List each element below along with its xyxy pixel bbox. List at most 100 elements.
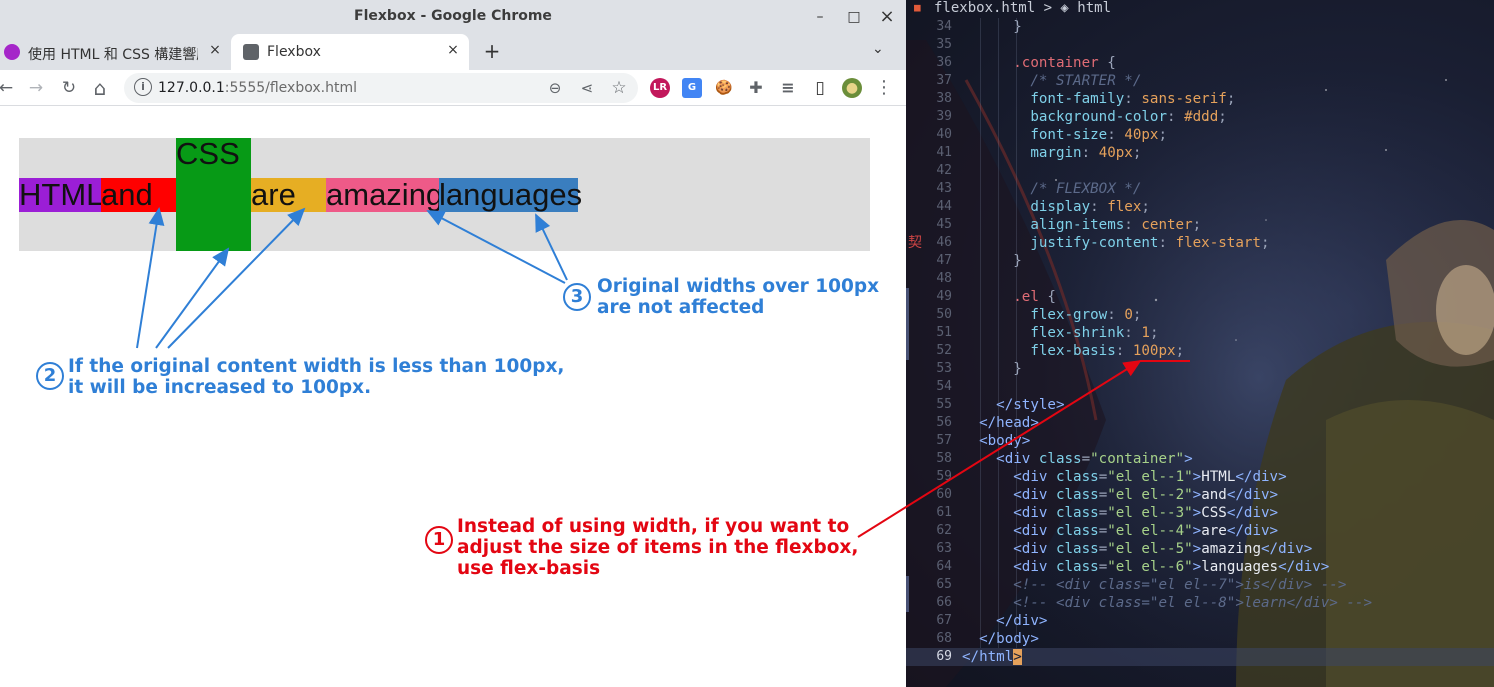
tab-flexbox[interactable]: Flexbox × <box>231 34 469 70</box>
code-line[interactable]: 47 } <box>906 252 1494 270</box>
code-line[interactable]: 42 <box>906 162 1494 180</box>
line-number: 65 <box>936 577 952 592</box>
code-line[interactable]: 57 <body> <box>906 432 1494 450</box>
note-3-line-1: Original widths over 100px <box>597 276 880 297</box>
code-line[interactable]: 50 flex-grow: 0; <box>906 306 1494 324</box>
code-line[interactable]: 44 display: flex; <box>906 198 1494 216</box>
code-line[interactable]: 46 justify-content: flex-start; <box>906 234 1494 252</box>
code-line[interactable]: 64 <div class="el el--6">languages</div> <box>906 558 1494 576</box>
line-number: 47 <box>936 253 952 268</box>
media-queue-icon[interactable]: ≡ <box>778 78 798 98</box>
code-line[interactable]: 68 </body> <box>906 630 1494 648</box>
code-line[interactable]: 63 <div class="el el--5">amazing</div> <box>906 540 1494 558</box>
html5-file-icon: ■ <box>914 1 921 14</box>
note-1-line-1: Instead of using width, if you want to <box>457 516 850 537</box>
code-line[interactable]: 54 <box>906 378 1494 396</box>
extensions-puzzle-icon[interactable]: ✚ <box>746 78 766 98</box>
lr-extension-icon[interactable]: LR <box>650 78 670 98</box>
code-line[interactable]: 59 <div class="el el--1">HTML</div> <box>906 468 1494 486</box>
chrome-menu-icon[interactable]: ⋮ <box>872 76 896 100</box>
code-line[interactable]: 34 } <box>906 18 1494 36</box>
code-line[interactable]: 49 .el { <box>906 288 1494 306</box>
code-line[interactable]: 38 font-family: sans-serif; <box>906 90 1494 108</box>
code-text: <div class="el el--5">amazing</div> <box>962 541 1313 557</box>
line-number: 38 <box>936 91 952 106</box>
side-panel-icon[interactable]: ▯ <box>810 78 830 98</box>
code-text: <div class="el el--3">CSS</div> <box>962 505 1279 521</box>
tab-close-icon[interactable]: × <box>205 42 225 58</box>
code-line[interactable]: 48 <box>906 270 1494 288</box>
back-icon[interactable]: ← <box>0 76 18 100</box>
code-line[interactable]: 65 <!-- <div class="el el--7">is</div> -… <box>906 576 1494 594</box>
code-text: flex-shrink: 1; <box>962 325 1159 341</box>
note-2-line-2: it will be increased to 100px. <box>68 377 372 398</box>
maximize-button[interactable]: □ <box>842 6 866 28</box>
code-text: font-size: 40px; <box>962 127 1168 143</box>
share-icon[interactable]: ⋖ <box>576 77 598 99</box>
zoom-icon[interactable]: ⊖ <box>544 77 566 99</box>
cookie-extension-icon[interactable]: 🍪 <box>714 78 734 98</box>
code-line[interactable]: 69 </html> <box>906 648 1494 666</box>
code-line[interactable]: 45 align-items: center; <box>906 216 1494 234</box>
flex-container: HTML and CSS are amazing languages <box>19 138 870 251</box>
line-number: 51 <box>936 325 952 340</box>
translate-extension-icon[interactable]: G <box>682 78 702 98</box>
line-number: 57 <box>936 433 952 448</box>
code-line[interactable]: 53 } <box>906 360 1494 378</box>
code-text: <div class="el el--1">HTML</div> <box>962 469 1287 485</box>
code-text: /* FLEXBOX */ <box>962 181 1142 197</box>
code-line[interactable]: 39 background-color: #ddd; <box>906 108 1494 126</box>
line-number: 42 <box>936 163 952 178</box>
tab-search-icon[interactable]: ⌄ <box>872 41 884 57</box>
forward-icon[interactable]: → <box>24 76 48 100</box>
code-line[interactable]: 58 <div class="container"> <box>906 450 1494 468</box>
code-line[interactable]: 67 </div> <box>906 612 1494 630</box>
code-line[interactable]: 35 <box>906 36 1494 54</box>
code-line[interactable]: 66 <!-- <div class="el el--8">learn</div… <box>906 594 1494 612</box>
code-text: } <box>962 361 1022 377</box>
tab-close-icon[interactable]: × <box>443 42 463 58</box>
flex-item-are: are <box>251 177 326 212</box>
line-number: 50 <box>936 307 952 322</box>
code-line[interactable]: 61 <div class="el el--3">CSS</div> <box>906 504 1494 522</box>
code-line[interactable]: 56 </head> <box>906 414 1494 432</box>
url-text[interactable]: 127.0.0.1:5555/flexbox.html <box>158 80 357 96</box>
code-text: /* STARTER */ <box>962 73 1142 89</box>
line-number: 56 <box>936 415 952 430</box>
minimize-button[interactable]: – <box>808 6 832 28</box>
close-window-button[interactable]: × <box>875 6 899 28</box>
note-1-line-2: adjust the size of items in the flexbox, <box>457 537 859 558</box>
profile-avatar[interactable]: ● <box>842 78 862 98</box>
new-tab-button[interactable]: + <box>480 40 504 64</box>
flex-item-amazing: amazing <box>326 176 444 212</box>
code-line[interactable]: 60 <div class="el el--2">and</div> <box>906 486 1494 504</box>
flex-item-css: CSS <box>176 138 251 251</box>
code-line[interactable]: 40 font-size: 40px; <box>906 126 1494 144</box>
editor-breadcrumb[interactable]: ■ flexbox.html > ◈ html <box>906 0 1494 18</box>
code-line[interactable]: 36 .container { <box>906 54 1494 72</box>
line-number: 41 <box>936 145 952 160</box>
code-line[interactable]: 37 /* STARTER */ <box>906 72 1494 90</box>
home-icon[interactable]: ⌂ <box>88 76 112 100</box>
code-line[interactable]: 52 flex-basis: 100px; <box>906 342 1494 360</box>
code-text: <div class="el el--6">languages</div> <box>962 559 1330 575</box>
code-editor: ■ flexbox.html > ◈ html 契 34 } 35 36 .cont… <box>906 0 1494 687</box>
code-text: </head> <box>962 415 1039 431</box>
tab-responsive[interactable]: 使用 HTML 和 CSS 構建響應 × <box>0 34 228 70</box>
code-line[interactable]: 55 </style> <box>906 396 1494 414</box>
code-line[interactable]: 62 <div class="el el--4">are</div> <box>906 522 1494 540</box>
code-line[interactable]: 41 margin: 40px; <box>906 144 1494 162</box>
line-number: 37 <box>936 73 952 88</box>
desktop: Flexbox - Google Chrome – □ × 使用 HTML 和 … <box>0 0 1494 687</box>
tab-title: 使用 HTML 和 CSS 構建響應 <box>28 47 198 63</box>
address-bar[interactable]: i 127.0.0.1:5555/flexbox.html ⊖ ⋖ ☆ <box>124 73 638 103</box>
bookmark-star-icon[interactable]: ☆ <box>608 77 630 99</box>
note-3-line-2: are not affected <box>597 297 765 318</box>
note-2-text: If the original content width is less th… <box>68 356 564 398</box>
code-line[interactable]: 51 flex-shrink: 1; <box>906 324 1494 342</box>
site-info-icon[interactable]: i <box>134 78 152 96</box>
code-text: <div class="container"> <box>962 451 1193 467</box>
code-line[interactable]: 43 /* FLEXBOX */ <box>906 180 1494 198</box>
note-2-line-1: If the original content width is less th… <box>68 356 565 377</box>
reload-icon[interactable]: ↻ <box>57 76 81 100</box>
